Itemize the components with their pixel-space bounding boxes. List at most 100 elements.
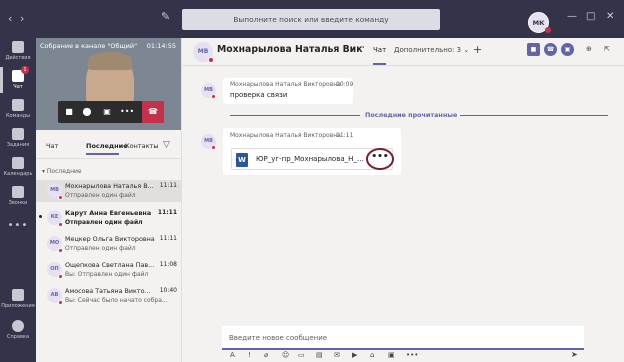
- hang-up-button[interactable]: ☎: [142, 101, 164, 123]
- chat-unread-badge: 1: [21, 66, 29, 74]
- rail-item-calls[interactable]: Звонки: [0, 186, 36, 206]
- file-name: ЮР_уг-пр_Мохнарылова_Н_В_...: [256, 155, 368, 163]
- chat-list-item[interactable]: ОП Ощепкова Светлана Пав... 11:08 Вы: От…: [36, 259, 181, 281]
- file-more-options-button[interactable]: •••: [366, 148, 394, 170]
- chat-list-item[interactable]: МО Мецкер Ольга Викторовна 11:11 Отправл…: [36, 233, 181, 255]
- chat-time: 11:11: [159, 235, 177, 242]
- calendar-icon: [12, 157, 24, 169]
- recent-label-text: Последние: [46, 168, 82, 175]
- filter-icon[interactable]: ▽: [163, 140, 173, 150]
- praise-icon[interactable]: ⌂: [370, 351, 374, 359]
- close-icon[interactable]: ✕: [606, 11, 614, 22]
- app-icon[interactable]: ▣: [388, 351, 395, 359]
- last-read-divider: [230, 115, 360, 116]
- message-time: 11:11: [336, 132, 354, 139]
- word-file-icon: W: [236, 153, 248, 167]
- rail-label: Звонки: [8, 200, 28, 206]
- send-icon[interactable]: ➤: [571, 350, 578, 359]
- more-icon[interactable]: •••: [406, 351, 418, 359]
- message-compose-box[interactable]: Введите новое сообщение: [222, 326, 584, 350]
- last-read-divider: [448, 115, 608, 116]
- tab-contacts[interactable]: Контакты: [125, 142, 158, 150]
- format-icon[interactable]: A: [230, 351, 235, 359]
- forward-icon[interactable]: ›: [20, 12, 24, 25]
- compose-toolbar: A ! ⌀ ☺ ▭ ▤ ✉ ▶ ⌂ ▣ •••: [222, 350, 584, 362]
- search-input[interactable]: Выполните поиск или введите команду: [182, 9, 440, 30]
- presence-busy-icon: [58, 300, 63, 305]
- presence-busy-icon: [58, 195, 63, 200]
- rail-label: Команды: [5, 113, 31, 119]
- apps-icon: [12, 289, 24, 301]
- video-call-icon[interactable]: ■: [527, 43, 540, 56]
- rail-item-chat[interactable]: Чат: [0, 70, 36, 90]
- mic-icon[interactable]: ⬤: [80, 105, 94, 119]
- rail-item-apps[interactable]: Приложения: [0, 289, 36, 309]
- message-sender: Мохнарылова Наталья Викторовна: [230, 132, 341, 139]
- emoji-icon[interactable]: ☺: [282, 351, 289, 359]
- add-tab-icon[interactable]: +: [473, 43, 482, 56]
- more-apps-icon[interactable]: •••: [0, 220, 36, 231]
- chat-list-item[interactable]: МВ Мохнарылова Наталья В... 11:11 Отправ…: [36, 180, 181, 202]
- chat-list-item[interactable]: КЕ Карут Анна Евгеньевна 11:11 Отправлен…: [36, 207, 181, 229]
- rail-item-help[interactable]: Справка: [0, 320, 36, 340]
- last-read-label: Последние прочитанные: [362, 111, 461, 119]
- more-tabs-dropdown[interactable]: Дополнительно: 3 ⌄: [394, 46, 469, 54]
- maximize-icon[interactable]: □: [586, 11, 595, 22]
- rail-item-activity[interactable]: Действия: [0, 41, 36, 61]
- schedule-meeting-icon[interactable]: ✉: [334, 351, 340, 359]
- unread-indicator: [39, 215, 42, 218]
- more-options-icon[interactable]: •••: [120, 105, 134, 119]
- minimize-icon[interactable]: —: [567, 11, 577, 22]
- conversation-title: Мохнарылова Наталья Виктор...: [217, 44, 364, 55]
- tab-active-indicator: [86, 153, 119, 155]
- rail-label: Справка: [6, 334, 30, 340]
- stream-icon[interactable]: ▶: [352, 351, 357, 359]
- message-sender: Мохнарылова Наталья Викторовна: [230, 81, 341, 88]
- chat-name: Мецкер Ольга Викторовна: [65, 235, 155, 243]
- presence-busy-icon: [211, 94, 216, 99]
- phone-icon: [12, 186, 24, 198]
- chat-name: Ощепкова Светлана Пав...: [65, 261, 155, 269]
- chat-time: 10:40: [159, 287, 177, 294]
- camera-icon[interactable]: ■: [62, 105, 76, 119]
- attach-icon[interactable]: ⌀: [264, 351, 268, 359]
- rail-label: Приложения: [1, 303, 35, 309]
- chat-preview: Вы: Отправлен один файл: [65, 271, 149, 278]
- bell-icon: [12, 41, 24, 53]
- new-chat-icon[interactable]: ✎: [161, 10, 173, 23]
- rail-item-teams[interactable]: Команды: [0, 99, 36, 119]
- popout-icon[interactable]: ⇱: [604, 45, 610, 53]
- gif-icon[interactable]: ▭: [298, 351, 305, 359]
- presence-busy-icon: [58, 274, 63, 279]
- chat-list-item[interactable]: АВ Амосова Татьяна Викто... 10:40 Вы: Се…: [36, 285, 181, 307]
- important-icon[interactable]: !: [248, 351, 251, 359]
- chat-name: Мохнарылова Наталья В...: [65, 182, 154, 190]
- chat-preview: Отправлен один файл: [65, 219, 143, 226]
- message-time: 10:09: [336, 81, 354, 88]
- presence-busy-icon: [211, 145, 216, 150]
- rail-item-assignments[interactable]: Задания: [0, 128, 36, 148]
- add-people-icon[interactable]: ⊕: [586, 45, 592, 53]
- tab-recent[interactable]: Последние: [86, 142, 128, 150]
- share-screen-icon[interactable]: ▣: [100, 105, 114, 119]
- tab-active-indicator: [373, 63, 386, 65]
- section-label-recent[interactable]: ▾ Последние: [42, 168, 82, 175]
- call-controls: ■ ⬤ ▣ ••• ☎: [58, 101, 164, 123]
- back-icon[interactable]: ‹: [8, 12, 12, 25]
- chat-time: 11:11: [159, 182, 177, 189]
- rail-label: Действия: [5, 55, 31, 61]
- meeting-title: Собрание в канале "Общий": [40, 42, 138, 50]
- tab-chat[interactable]: Чат: [373, 46, 386, 54]
- sticker-icon[interactable]: ▤: [316, 351, 323, 359]
- message-text: проверка связи: [230, 91, 288, 99]
- help-icon: [12, 320, 24, 332]
- audio-call-icon[interactable]: ☎: [544, 43, 557, 56]
- tab-chat[interactable]: Чат: [46, 142, 58, 150]
- screen-share-icon[interactable]: ▣: [561, 43, 574, 56]
- presence-busy-icon: [58, 248, 63, 253]
- presence-busy-icon: [208, 57, 214, 63]
- compose-placeholder: Введите новое сообщение: [229, 334, 328, 342]
- more-tabs-label: Дополнительно: 3: [394, 46, 462, 54]
- rail-item-calendar[interactable]: Календарь: [0, 157, 36, 177]
- presence-busy-icon: [58, 222, 63, 227]
